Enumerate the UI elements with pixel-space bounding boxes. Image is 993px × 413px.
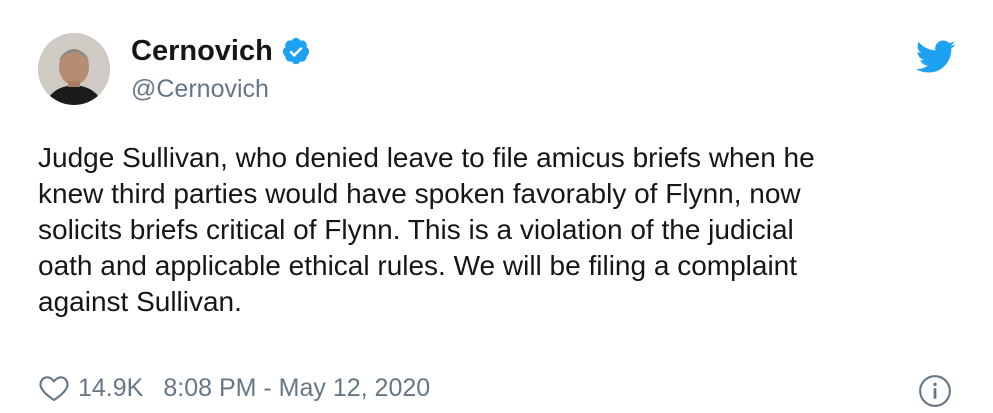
avatar[interactable] [38, 33, 110, 105]
verified-badge-icon [281, 36, 311, 66]
author-handle[interactable]: @Cernovich [131, 73, 269, 105]
tweet-timestamp[interactable]: 8:08 PM - May 12, 2020 [163, 373, 430, 403]
tweet-footer: 14.9K 8:08 PM - May 12, 2020 [38, 373, 430, 403]
like-count[interactable]: 14.9K [78, 373, 143, 403]
tweet-card: Cernovich @Cernovich Judge Sullivan, who… [0, 0, 993, 408]
avatar-image [38, 33, 110, 105]
heart-icon[interactable] [38, 374, 70, 402]
tweet-text: Judge Sullivan, who denied leave to file… [38, 142, 815, 317]
author-display-name[interactable]: Cernovich [131, 33, 273, 69]
info-icon[interactable] [918, 374, 952, 408]
author-name-row: Cernovich [131, 33, 311, 69]
twitter-bird-icon[interactable] [915, 40, 956, 74]
